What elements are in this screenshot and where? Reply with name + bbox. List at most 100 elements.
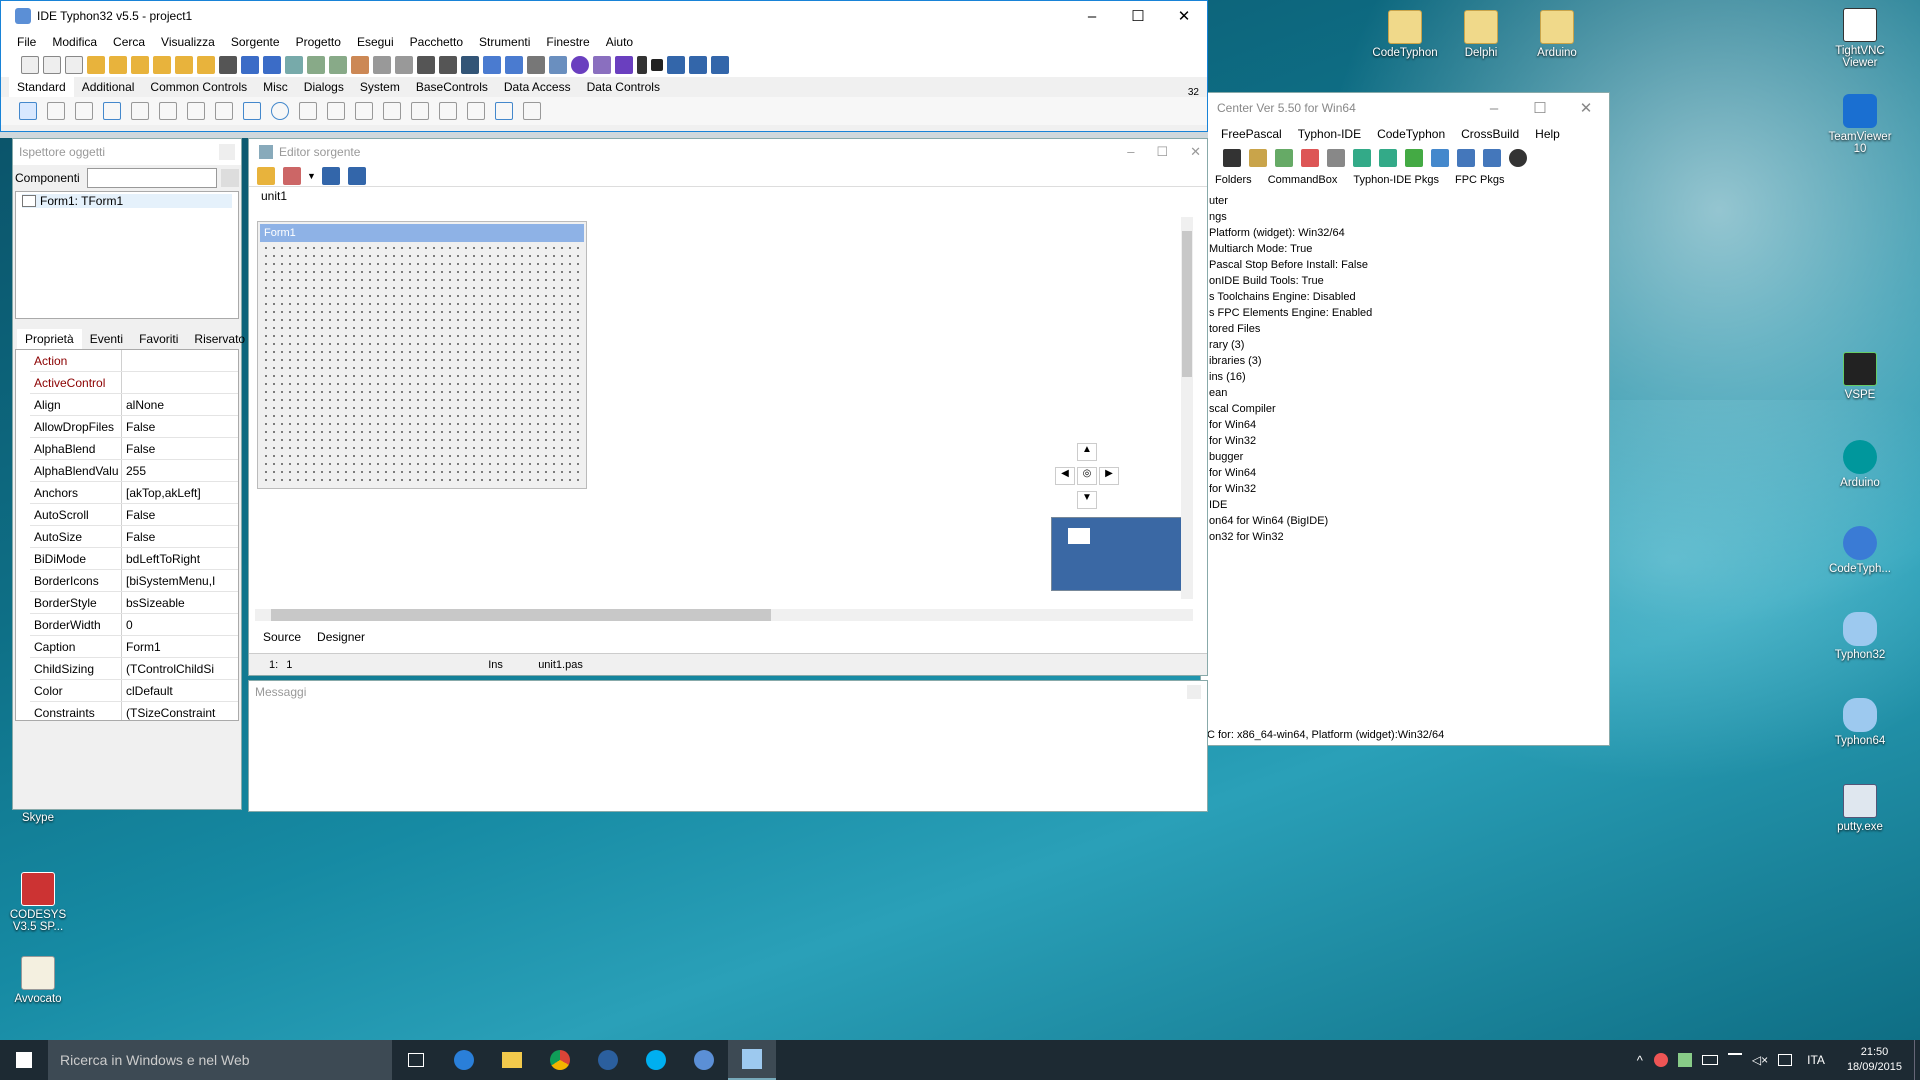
memo-icon[interactable]	[187, 102, 205, 120]
center-tab-folders[interactable]: Folders	[1207, 171, 1260, 189]
desktop-icon-putty[interactable]: putty.exe	[1822, 784, 1898, 833]
taskbar-edge[interactable]	[440, 1040, 488, 1080]
palette-tab-standard[interactable]: Standard	[9, 77, 74, 97]
center-tree-line[interactable]: rary (3)	[1207, 339, 1609, 355]
build-icon[interactable]	[571, 56, 589, 74]
nav-up-button[interactable]: ▲	[1077, 443, 1097, 461]
menu-modifica[interactable]: Modifica	[44, 35, 105, 49]
property-row[interactable]: AlphaBlendValu 255	[30, 460, 238, 482]
desktop-icon-delphi[interactable]: Delphi	[1443, 10, 1519, 59]
checkgroup-icon[interactable]	[439, 102, 457, 120]
new-file-icon[interactable]	[21, 56, 39, 74]
ide-main-window[interactable]: IDE Typhon32 v5.5 - project1 – ☐ ✕ File …	[0, 0, 1208, 132]
frame-icon[interactable]	[495, 102, 513, 120]
property-row[interactable]: ChildSizing (TControlChildSi	[30, 658, 238, 680]
label-icon[interactable]	[131, 102, 149, 120]
designer-minimap[interactable]	[1051, 517, 1183, 591]
project-options-icon[interactable]	[351, 56, 369, 74]
menu-file[interactable]: File	[9, 35, 44, 49]
open-project-icon[interactable]	[109, 56, 127, 74]
build-icon[interactable]	[1301, 149, 1319, 167]
refresh-icon[interactable]	[1431, 149, 1449, 167]
property-value[interactable]: 255	[122, 464, 238, 478]
mainmenu-icon[interactable]	[47, 102, 65, 120]
center-tree-line[interactable]: Pascal Stop Before Install: False	[1207, 259, 1609, 275]
desktop-icon-vspe[interactable]: VSPE	[1822, 352, 1898, 401]
center-tree-line[interactable]: bugger	[1207, 451, 1609, 467]
messages-window[interactable]: Messaggi	[248, 680, 1208, 812]
vertical-scrollbar[interactable]	[1181, 217, 1193, 599]
taskbar-explorer[interactable]	[488, 1040, 536, 1080]
gear-icon[interactable]	[1405, 149, 1423, 167]
clock[interactable]: 21:50 18/09/2015	[1835, 1045, 1914, 1075]
center-menu-typhon-ide[interactable]: Typhon-IDE	[1290, 127, 1369, 141]
center-tree-line[interactable]: for Win32	[1207, 435, 1609, 451]
menu-progetto[interactable]: Progetto	[288, 35, 349, 49]
tab-eventi[interactable]: Eventi	[82, 329, 131, 349]
menu-aiuto[interactable]: Aiuto	[598, 35, 641, 49]
center-tab-fpc-pkgs[interactable]: FPC Pkgs	[1447, 171, 1513, 189]
step-out-icon[interactable]	[711, 56, 729, 74]
inspector-close-icon[interactable]	[219, 144, 235, 160]
tab-source[interactable]: Source	[255, 627, 309, 647]
copy-icon[interactable]	[373, 56, 391, 74]
center-maximize-button[interactable]: ☐	[1517, 93, 1563, 123]
import-icon[interactable]	[1275, 149, 1293, 167]
search-box[interactable]: Ricerca in Windows e nel Web	[48, 1040, 392, 1080]
property-value[interactable]: bsSizeable	[122, 596, 238, 610]
property-value[interactable]: 0	[122, 618, 238, 632]
new-form-icon[interactable]	[43, 56, 61, 74]
center-tree-line[interactable]: ibraries (3)	[1207, 355, 1609, 371]
center-close-button[interactable]: ✕	[1563, 93, 1609, 123]
radiobutton-icon[interactable]	[271, 102, 289, 120]
battery-icon[interactable]	[1701, 1055, 1718, 1065]
desktop-icon-typhon64[interactable]: Typhon64	[1822, 698, 1898, 747]
property-value[interactable]: [akTop,akLeft]	[122, 486, 238, 500]
power-icon[interactable]	[1509, 149, 1527, 167]
center-menu-help[interactable]: Help	[1527, 127, 1568, 141]
nav-right-button[interactable]: ▶	[1099, 467, 1119, 485]
tray-icon[interactable]	[1677, 1053, 1692, 1067]
view-icon[interactable]	[219, 56, 237, 74]
folder-icon[interactable]	[175, 56, 193, 74]
link-icon[interactable]	[505, 56, 523, 74]
actionlist-icon[interactable]	[523, 102, 541, 120]
desktop-icon-tightvnc[interactable]: TightVNC Viewer	[1822, 8, 1898, 69]
start-button[interactable]	[0, 1040, 48, 1080]
chevron-down-icon[interactable]: ▼	[307, 171, 316, 181]
pointer-icon[interactable]	[19, 102, 37, 120]
property-value[interactable]: alNone	[122, 398, 238, 412]
property-row[interactable]: AllowDropFiles False	[30, 416, 238, 438]
property-row[interactable]: Constraints (TSizeConstraint	[30, 702, 238, 720]
view-forms-icon[interactable]	[329, 56, 347, 74]
nav-center-button[interactable]: ◎	[1077, 467, 1097, 485]
menu-pacchetto[interactable]: Pacchetto	[402, 35, 471, 49]
scrollbar-icon[interactable]	[355, 102, 373, 120]
palette-tab-data-access[interactable]: Data Access	[496, 77, 579, 97]
jump-icon[interactable]	[257, 166, 275, 185]
tab-riservato[interactable]: Riservato	[186, 329, 253, 349]
win64-icon[interactable]	[1457, 149, 1475, 167]
folder-icon[interactable]	[153, 56, 171, 74]
folder-icon[interactable]	[1249, 149, 1267, 167]
language-indicator[interactable]: ITA	[1797, 1053, 1835, 1067]
center-tree-line[interactable]: Platform (widget): Win32/64	[1207, 227, 1609, 243]
chevron-up-icon[interactable]: ^	[1631, 1053, 1649, 1068]
pause-icon[interactable]	[637, 56, 647, 74]
desktop-icon-skype[interactable]: Skype	[0, 812, 76, 824]
run-icon[interactable]	[615, 56, 633, 74]
palette-tab-dialogs[interactable]: Dialogs	[296, 77, 352, 97]
gear-icon[interactable]	[1353, 149, 1371, 167]
tools-icon[interactable]	[527, 56, 545, 74]
tray-icon[interactable]	[1653, 1053, 1668, 1067]
open-recent-icon[interactable]	[131, 56, 149, 74]
groupbox-icon[interactable]	[383, 102, 401, 120]
taskbar-codetyphon[interactable]	[680, 1040, 728, 1080]
center-menu-codetyphon[interactable]: CodeTyphon	[1369, 127, 1453, 141]
menu-sorgente[interactable]: Sorgente	[223, 35, 288, 49]
desktop-icon-arduino-folder[interactable]: Arduino	[1519, 10, 1595, 59]
property-row[interactable]: AutoScroll False	[30, 504, 238, 526]
filter-icon[interactable]	[221, 169, 239, 187]
stop-icon[interactable]	[651, 59, 663, 71]
property-value[interactable]: Form1	[122, 640, 238, 654]
